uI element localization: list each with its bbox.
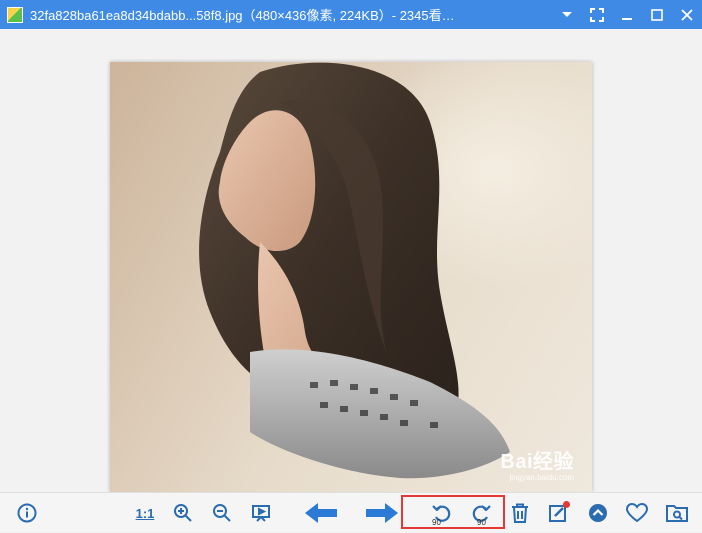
watermark-main: Bai经验 xyxy=(500,451,574,473)
app-icon xyxy=(7,6,23,23)
bottom-toolbar: 1:1 90 90 xyxy=(0,492,702,532)
slideshow-icon xyxy=(252,505,270,522)
zoom-in-button[interactable] xyxy=(170,493,196,533)
delete-button[interactable] xyxy=(507,493,533,533)
zoom-out-button[interactable] xyxy=(209,493,235,533)
baidu-watermark: Bai经验 jingyan.baidu.com xyxy=(500,452,574,482)
minimize-button[interactable] xyxy=(612,0,642,29)
heart-icon xyxy=(626,503,648,523)
window-title: 32fa828ba61ea8d34bdabb...58f8.jpg（480×43… xyxy=(30,8,455,23)
close-button[interactable] xyxy=(672,0,702,29)
arrow-left-icon xyxy=(305,503,337,523)
slideshow-button[interactable] xyxy=(248,493,274,533)
open-folder-button[interactable] xyxy=(663,493,691,533)
trash-icon xyxy=(512,503,528,523)
title-bar: 32fa828ba61ea8d34bdabb...58f8.jpg（480×43… xyxy=(0,0,702,29)
image-viewport[interactable]: Bai经验 jingyan.baidu.com xyxy=(0,29,702,492)
actual-size-button[interactable]: 1:1 xyxy=(132,493,158,533)
up-icon xyxy=(589,504,607,522)
folder-search-icon xyxy=(666,505,688,522)
next-image-button[interactable] xyxy=(364,493,400,533)
displayed-photo: Bai经验 jingyan.baidu.com xyxy=(110,62,592,492)
window-controls xyxy=(552,0,702,29)
fullscreen-icon xyxy=(590,7,604,22)
scroll-up-button[interactable] xyxy=(585,493,611,533)
rotate-highlight-box xyxy=(401,495,505,529)
edit-notification-dot xyxy=(563,501,570,508)
zoom-in-icon xyxy=(174,504,192,522)
maximize-button[interactable] xyxy=(642,0,672,29)
favorite-button[interactable] xyxy=(624,493,650,533)
arrow-right-icon xyxy=(366,503,398,523)
zoom-out-icon xyxy=(213,504,231,522)
watermark-url: jingyan.baidu.com xyxy=(509,473,574,482)
maximize-icon xyxy=(651,8,663,21)
info-button[interactable] xyxy=(14,493,40,533)
dropdown-button[interactable] xyxy=(552,0,582,29)
info-icon xyxy=(17,503,37,523)
close-icon xyxy=(681,8,693,21)
photo-illustration xyxy=(199,62,510,479)
edit-button[interactable] xyxy=(545,493,571,533)
minimize-icon xyxy=(622,17,632,20)
fullscreen-button[interactable] xyxy=(582,0,612,29)
dropdown-icon xyxy=(562,11,572,17)
actual-size-label: 1:1 xyxy=(135,505,155,521)
previous-image-button[interactable] xyxy=(303,493,339,533)
